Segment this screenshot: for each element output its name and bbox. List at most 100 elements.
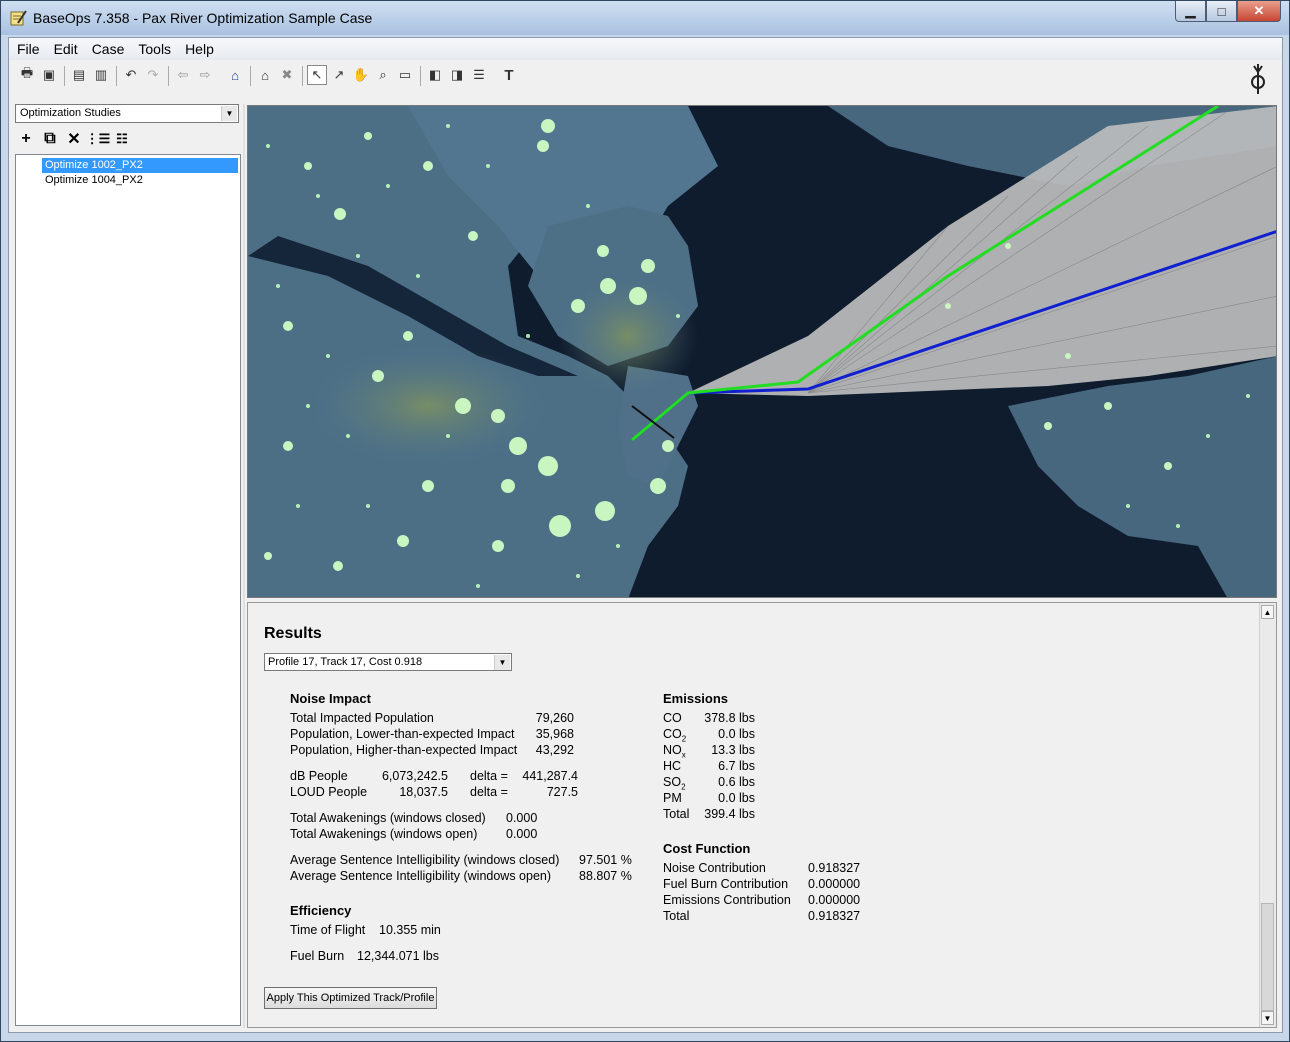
profile-select[interactable]: Profile 17, Track 17, Cost 0.918 ▼ xyxy=(264,653,512,671)
zoom-in-pointer-icon[interactable]: ↗ xyxy=(329,65,349,85)
fuel-burn-value: 12,344.071 lbs xyxy=(357,949,440,963)
loud-people-value: 18,037.5 xyxy=(399,785,448,799)
properties-list-icon[interactable]: ▥ xyxy=(91,65,111,85)
apply-optimized-button[interactable]: Apply This Optimized Track/Profile xyxy=(264,987,437,1009)
emission-name: CO xyxy=(663,711,682,725)
close-button[interactable]: ✕ xyxy=(1237,1,1281,22)
db-delta-label: delta = xyxy=(470,769,508,783)
awakenings-closed-label: Total Awakenings (windows closed) xyxy=(290,811,486,825)
print-preview-icon[interactable]: ▣ xyxy=(39,65,59,85)
cost-label: Fuel Burn Contribution xyxy=(663,877,789,891)
cost-function-header: Cost Function xyxy=(663,841,751,856)
cost-label: Emissions Contribution xyxy=(663,893,791,907)
undo-icon[interactable]: ↶ xyxy=(121,65,141,85)
emission-name: CO2 xyxy=(663,727,687,744)
results-scrollbar[interactable]: ▲ ▼ xyxy=(1259,603,1276,1027)
awakenings-closed-value: 0.000 xyxy=(506,811,538,825)
emission-value: 6.7 lbs xyxy=(718,759,755,773)
emission-value: 399.4 lbs xyxy=(704,807,755,821)
intelligibility-open-label: Average Sentence Intelligibility (window… xyxy=(290,869,552,883)
db-people-value: 6,073,242.5 xyxy=(381,769,448,783)
scroll-thumb[interactable] xyxy=(1261,903,1274,1011)
zoom-magnifier-icon[interactable]: ⌕ xyxy=(373,65,393,85)
emission-value: 13.3 lbs xyxy=(711,743,755,757)
cost-value: 0.000000 xyxy=(808,877,861,891)
export-icon[interactable]: ✖ xyxy=(277,65,297,85)
scroll-up-icon[interactable]: ▲ xyxy=(1261,605,1274,619)
delete-icon[interactable]: ✕ xyxy=(63,128,85,150)
copy-icon[interactable]: ⧉ xyxy=(39,128,61,150)
loud-delta-value: 727.5 xyxy=(546,785,578,799)
expand-icon[interactable]: ⋮☰ xyxy=(86,128,111,150)
awakenings-open-value: 0.000 xyxy=(506,827,538,841)
maximize-button[interactable]: □ xyxy=(1206,1,1237,22)
total-impacted-label: Total Impacted Population xyxy=(290,711,434,725)
title-bar[interactable]: BaseOps 7.358 - Pax River Optimization S… xyxy=(1,1,1289,35)
emission-name: Total xyxy=(663,807,690,821)
efficiency-header: Efficiency xyxy=(290,903,352,918)
menu-bar: File Edit Case Tools Help xyxy=(9,38,1282,60)
forward-icon[interactable]: ⇨ xyxy=(195,65,215,85)
menu-case[interactable]: Case xyxy=(86,41,131,57)
left-panel: Optimization Studies ▼ + ⧉ ✕ ⋮☰ ☷ Optimi… xyxy=(15,104,241,1028)
loud-people-label: LOUD People xyxy=(290,785,368,799)
chevron-down-icon[interactable]: ▼ xyxy=(494,655,510,670)
minimize-button[interactable]: ▁ xyxy=(1175,1,1206,22)
cost-label: Noise Contribution xyxy=(663,861,766,875)
app-window: BaseOps 7.358 - Pax River Optimization S… xyxy=(0,0,1290,1042)
higher-impact-label: Population, Higher-than-expected Impact xyxy=(290,743,518,757)
results-panel: Results Profile 17, Track 17, Cost 0.918… xyxy=(247,602,1277,1028)
add-icon[interactable]: + xyxy=(15,128,37,150)
panel-splitter[interactable] xyxy=(243,104,245,1028)
emission-value: 0.6 lbs xyxy=(718,775,755,789)
client-area: File Edit Case Tools Help 🖶 ▣ ▤ ▥ ↶ ↷ ⇦ … xyxy=(8,37,1283,1033)
loud-delta-label: delta = xyxy=(470,785,508,799)
print-icon[interactable]: 🖶 xyxy=(17,65,37,85)
toolbar: 🖶 ▣ ▤ ▥ ↶ ↷ ⇦ ⇨ ⌂ ⌂ ✖ ↖ ↗ ✋ ⌕ ▭ ◧ ◨ ☰ T xyxy=(9,62,1282,92)
emission-name: NOx xyxy=(663,743,686,760)
app-icon xyxy=(10,10,27,26)
scroll-down-icon[interactable]: ▼ xyxy=(1261,1011,1274,1025)
intelligibility-closed-value: 97.501 % xyxy=(579,853,632,867)
cost-value: 0.918327 xyxy=(808,909,861,923)
tree-item[interactable]: Optimize 1002_PX2 xyxy=(42,158,238,173)
awakenings-open-label: Total Awakenings (windows open) xyxy=(290,827,478,841)
emission-name: HC xyxy=(663,759,682,773)
emission-value: 0.0 lbs xyxy=(718,727,755,741)
compass-icon xyxy=(1251,64,1265,94)
map-canvas xyxy=(248,106,1276,597)
menu-file[interactable]: File xyxy=(11,41,46,57)
properties-icon[interactable]: ▤ xyxy=(69,65,89,85)
emission-name: SO2 xyxy=(663,775,686,792)
layer-panel-icon[interactable]: ◧ xyxy=(425,65,445,85)
table-icon[interactable]: ☰ xyxy=(469,65,489,85)
ruler-icon[interactable]: ▭ xyxy=(395,65,415,85)
db-delta-value: 441,287.4 xyxy=(522,769,578,783)
select-pointer-icon[interactable]: ↖ xyxy=(307,65,327,85)
pan-hand-icon[interactable]: ✋ xyxy=(351,65,371,85)
lower-impact-label: Population, Lower-than-expected Impact xyxy=(290,727,515,741)
emission-subscript: x xyxy=(681,750,686,760)
import-icon[interactable]: ⌂ xyxy=(255,65,275,85)
menu-tools[interactable]: Tools xyxy=(132,41,177,57)
collapse-icon[interactable]: ☷ xyxy=(111,128,133,150)
home-icon[interactable]: ⌂ xyxy=(225,65,245,85)
study-type-select[interactable]: Optimization Studies ▼ xyxy=(15,104,239,123)
map-view[interactable] xyxy=(247,105,1277,598)
back-icon[interactable]: ⇦ xyxy=(173,65,193,85)
menu-edit[interactable]: Edit xyxy=(48,41,84,57)
intelligibility-closed-label: Average Sentence Intelligibility (window… xyxy=(290,853,560,867)
chevron-down-icon[interactable]: ▼ xyxy=(221,106,237,121)
cost-label: Total xyxy=(663,909,690,923)
menu-help[interactable]: Help xyxy=(179,41,220,57)
emission-value: 0.0 lbs xyxy=(718,791,755,805)
total-impacted-value: 79,260 xyxy=(535,711,574,725)
text-tool-icon[interactable]: T xyxy=(499,65,519,85)
tree-item[interactable]: Optimize 1004_PX2 xyxy=(42,173,146,188)
redo-icon[interactable]: ↷ xyxy=(143,65,163,85)
emission-name: PM xyxy=(663,791,682,805)
layer-list-icon[interactable]: ◨ xyxy=(447,65,467,85)
fuel-burn-label: Fuel Burn xyxy=(290,949,345,963)
study-type-value: Optimization Studies xyxy=(20,107,121,119)
noise-impact-header: Noise Impact xyxy=(290,691,371,706)
